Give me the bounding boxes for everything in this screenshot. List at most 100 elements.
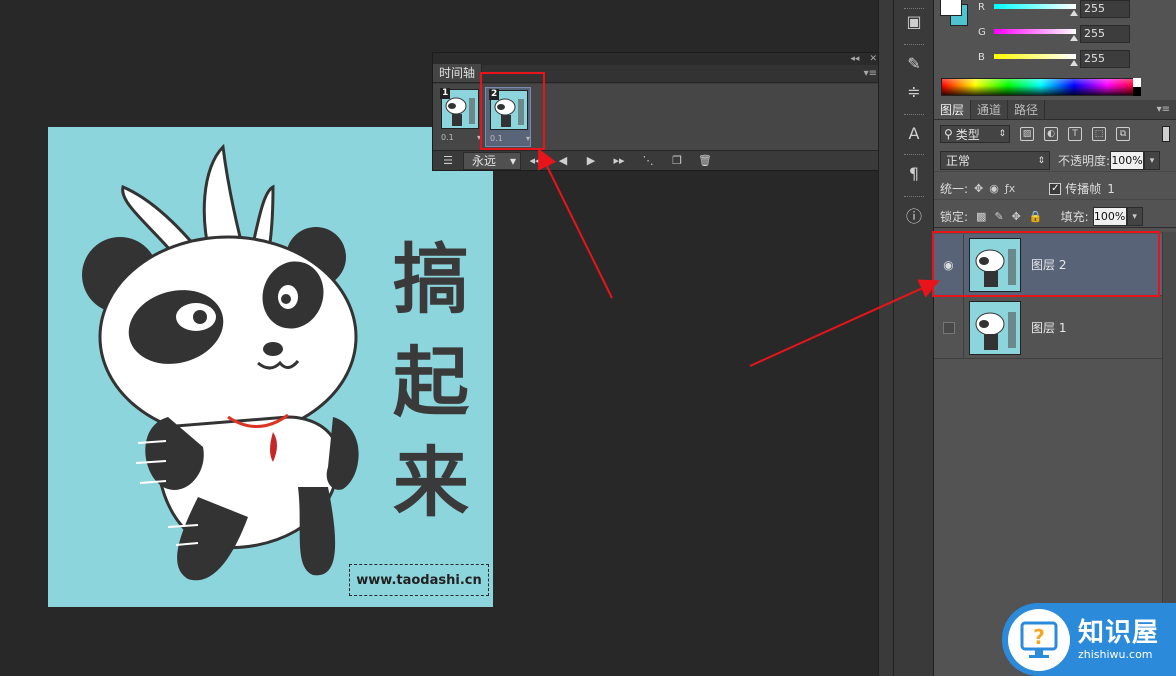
- timeline-title-bar[interactable]: ◂◂ ✕: [433, 53, 883, 65]
- timeline-frame-1[interactable]: 1 0.1 ▾: [437, 87, 483, 147]
- tween-icon[interactable]: ⋱: [633, 151, 663, 171]
- value-r[interactable]: 255: [1080, 0, 1130, 18]
- layer-row-1[interactable]: 图层 1: [934, 296, 1162, 359]
- convert-timeline-icon[interactable]: ☰: [433, 151, 463, 171]
- slider-thumb-r[interactable]: [1070, 10, 1078, 16]
- pixel-filter-icon[interactable]: ▨: [1020, 127, 1034, 141]
- frame-delay-value: 0.1: [441, 133, 454, 142]
- chevron-down-icon: ▾: [509, 153, 516, 168]
- question-monitor-icon: ?: [1020, 621, 1058, 658]
- layer-name[interactable]: 图层 1: [1031, 319, 1066, 336]
- adjust-sliders-icon[interactable]: ≑: [900, 80, 928, 102]
- value-g[interactable]: 255: [1080, 25, 1130, 43]
- unify-visibility-icon[interactable]: ◉: [989, 182, 999, 195]
- delete-frame-icon[interactable]: 🗑: [691, 151, 719, 171]
- frame-number: 2: [489, 89, 500, 100]
- dock-grip[interactable]: [904, 44, 924, 46]
- layer-filter-select[interactable]: ⚲ 类型 ⇕: [940, 125, 1010, 143]
- annotation-layer-highlight: [932, 231, 1160, 297]
- dock-grip[interactable]: [904, 196, 924, 198]
- unify-style-icon[interactable]: ƒx: [1005, 182, 1015, 195]
- lock-pixels-icon[interactable]: ✎: [994, 210, 1003, 223]
- channel-label-g: G: [978, 27, 986, 38]
- slider-thumb-g[interactable]: [1070, 35, 1078, 41]
- brush-tool-icon[interactable]: ✎: [900, 52, 928, 74]
- foreground-color-swatch[interactable]: [940, 0, 962, 16]
- shape-filter-icon[interactable]: ⬚: [1092, 127, 1106, 141]
- slider-g[interactable]: [994, 29, 1076, 34]
- loop-value: 永远: [472, 154, 497, 168]
- tab-timeline[interactable]: 时间轴: [433, 64, 483, 82]
- duplicate-frame-icon[interactable]: ❐: [663, 151, 691, 171]
- blend-mode-select[interactable]: 正常 ⇕: [940, 151, 1050, 170]
- hidden-visibility-box: [942, 321, 955, 334]
- frame-number: 1: [440, 88, 451, 99]
- slider-r[interactable]: [994, 4, 1076, 9]
- channel-label-r: R: [978, 2, 985, 13]
- character-icon[interactable]: A: [900, 122, 928, 144]
- lock-label: 锁定:: [940, 210, 969, 224]
- play-icon[interactable]: ▶: [577, 151, 605, 171]
- opacity-input[interactable]: 100%: [1110, 151, 1145, 170]
- tab-paths[interactable]: 路径: [1008, 100, 1046, 119]
- color-spectrum-bar[interactable]: [941, 78, 1141, 96]
- lock-row: 锁定: ▩ ✎ ✥ 🔒 填充: 100% ▾: [934, 206, 1176, 228]
- unify-label: 统一:: [940, 182, 969, 196]
- previous-frame-icon[interactable]: ◀: [549, 151, 577, 171]
- dock-grip[interactable]: [904, 114, 924, 116]
- chevron-down-icon[interactable]: ▾: [1126, 207, 1143, 226]
- unify-position-icon[interactable]: ✥: [974, 182, 983, 195]
- watermark-text: 知识屋 zhishiwu.com: [1078, 618, 1159, 662]
- panel-menu-icon[interactable]: ▾≡: [1157, 104, 1170, 115]
- frame-delay[interactable]: 0.1 ▾: [441, 133, 481, 142]
- blend-mode-row: 正常 ⇕ 不透明度: 100% ▾: [934, 150, 1176, 172]
- black-white-swatches[interactable]: [1133, 78, 1141, 96]
- slider-b[interactable]: [994, 54, 1076, 59]
- chevron-down-icon[interactable]: ▾: [1144, 151, 1161, 170]
- close-icon[interactable]: ✕: [869, 54, 877, 64]
- svg-text:?: ?: [1033, 625, 1045, 649]
- panel-gutter: [878, 0, 894, 676]
- panel-icon-dock: ▣ ✎ ≑ A ¶ ⓘ: [894, 0, 934, 676]
- paragraph-icon[interactable]: ¶: [900, 162, 928, 184]
- color-panel: R 255 G 255 B 255: [934, 0, 1176, 100]
- first-frame-icon[interactable]: ◂◂: [521, 151, 549, 171]
- right-panel-column: R 255 G 255 B 255 图层 通道 路径 ▾≡ ⚲ 类型 ⇕ ▨ ◐…: [934, 0, 1176, 676]
- fill-input[interactable]: 100%: [1092, 207, 1127, 226]
- website-text-selection[interactable]: www.taodashi.cn: [349, 564, 489, 596]
- layer-filter-row: ⚲ 类型 ⇕ ▨ ◐ T ⬚ ⧉: [934, 122, 1176, 146]
- collapse-icon[interactable]: ◂◂: [850, 54, 859, 64]
- adjustment-filter-icon[interactable]: ◐: [1044, 127, 1058, 141]
- smart-object-filter-icon[interactable]: ⧉: [1116, 127, 1130, 141]
- lock-transparency-icon[interactable]: ▩: [976, 210, 986, 223]
- watermark-logo-icon: ?: [1008, 608, 1070, 671]
- 3d-cube-icon[interactable]: ▣: [900, 10, 928, 32]
- lock-all-icon[interactable]: 🔒: [1029, 210, 1043, 223]
- layer-thumbnail: [969, 300, 1021, 355]
- tab-layers[interactable]: 图层: [934, 100, 972, 119]
- slider-thumb-b[interactable]: [1070, 60, 1078, 66]
- panel-menu-icon[interactable]: ▾≡: [864, 68, 877, 79]
- type-filter-icon[interactable]: T: [1068, 127, 1082, 141]
- spectrum-shade: [942, 79, 1140, 95]
- loop-options-select[interactable]: 永远 ▾: [463, 151, 521, 170]
- unify-row: 统一: ✥ ◉ ƒx ✓ 传播帧 1: [934, 178, 1176, 200]
- filter-toggle[interactable]: [1162, 126, 1170, 142]
- value-b[interactable]: 255: [1080, 50, 1130, 68]
- channel-label-b: B: [978, 52, 985, 63]
- propagate-frame-checkbox[interactable]: ✓: [1049, 182, 1062, 195]
- chevron-updown-icon: ⇕: [1037, 155, 1045, 166]
- tab-channels[interactable]: 通道: [971, 100, 1009, 119]
- layers-panel: 图层 通道 路径 ▾≡ ⚲ 类型 ⇕ ▨ ◐ T ⬚ ⧉ 正常 ⇕ 不透明度: …: [934, 100, 1176, 676]
- lock-position-icon[interactable]: ✥: [1012, 210, 1021, 223]
- dock-grip[interactable]: [904, 154, 924, 156]
- info-icon[interactable]: ⓘ: [900, 204, 928, 226]
- canvas-char-2: 起: [393, 338, 469, 427]
- canvas-char-1: 搞: [393, 235, 469, 324]
- next-frame-icon[interactable]: ▸▸: [605, 151, 633, 171]
- visibility-toggle[interactable]: [934, 296, 964, 359]
- propagate-frame-number: 1: [1107, 181, 1115, 196]
- document-canvas[interactable]: 搞 起 来 www.taodashi.cn: [48, 127, 493, 607]
- opacity-label: 不透明度:: [1058, 154, 1111, 168]
- canvas-char-3: 来: [393, 438, 469, 527]
